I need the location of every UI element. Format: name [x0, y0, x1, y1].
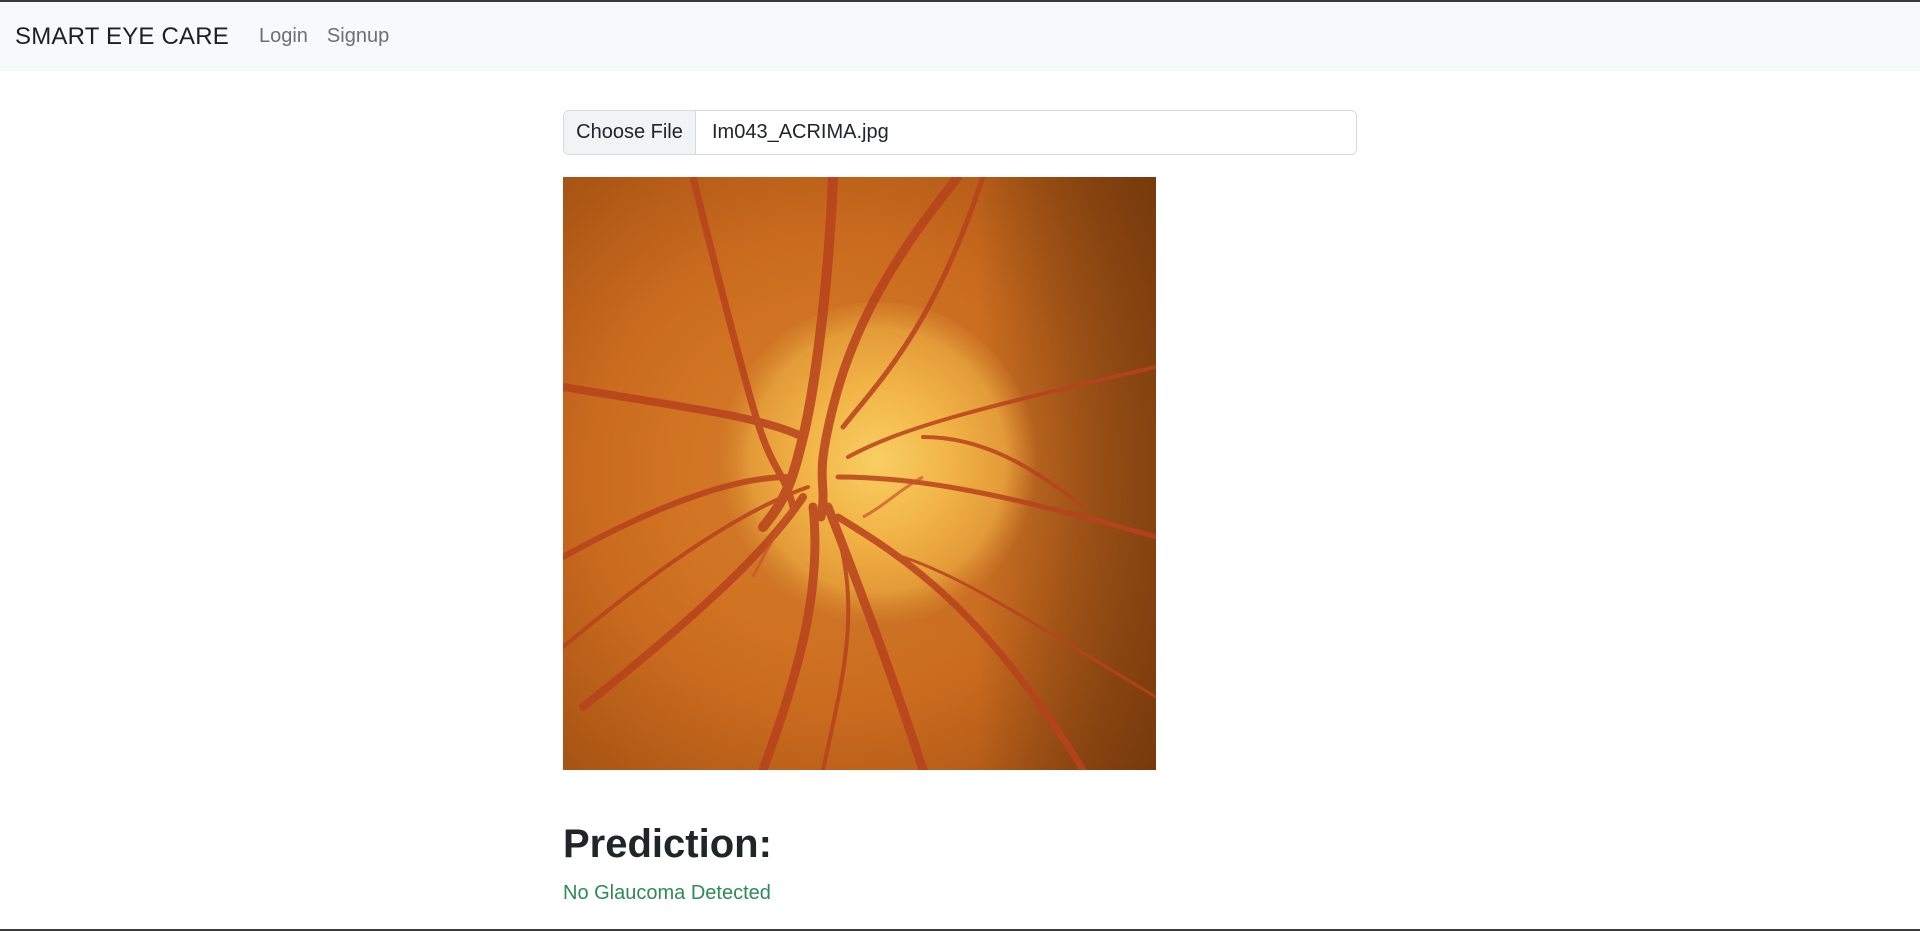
- uploaded-fundus-image: [563, 177, 1156, 770]
- prediction-result: No Glaucoma Detected: [563, 882, 771, 904]
- file-upload-input[interactable]: Choose File Im043_ACRIMA.jpg: [563, 110, 1357, 155]
- prediction-heading: Prediction:: [563, 822, 772, 866]
- nav-login-link[interactable]: Login: [259, 25, 308, 48]
- brand-link[interactable]: SMART EYE CARE: [15, 23, 229, 51]
- navbar: SMART EYE CARE Login Signup: [0, 2, 1920, 71]
- selected-file-name: Im043_ACRIMA.jpg: [712, 121, 889, 143]
- nav-signup-link[interactable]: Signup: [327, 25, 389, 48]
- choose-file-button[interactable]: Choose File: [564, 111, 696, 154]
